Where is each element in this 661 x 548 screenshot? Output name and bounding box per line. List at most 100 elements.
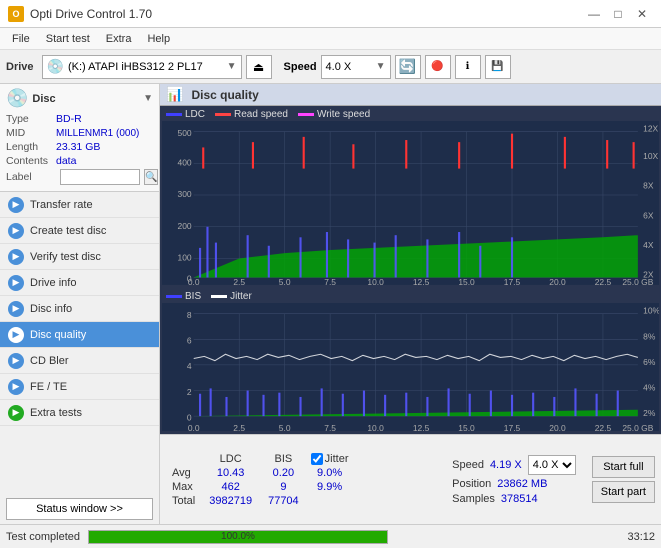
svg-text:10%: 10% — [643, 306, 659, 316]
svg-text:2X: 2X — [643, 269, 654, 279]
save-button[interactable]: 💾 — [485, 55, 511, 79]
close-button[interactable]: ✕ — [631, 3, 653, 25]
svg-text:8X: 8X — [643, 181, 654, 191]
eject-button[interactable]: ⏏ — [246, 55, 272, 79]
drive-text: (K:) ATAPI iHBS312 2 PL17 — [68, 61, 223, 73]
total-row: Total 3982719 77704 — [166, 494, 353, 508]
charts-area: LDC Read speed Write speed — [160, 106, 661, 434]
contents-label: Contents — [6, 155, 56, 167]
svg-text:4%: 4% — [643, 382, 656, 392]
svg-text:15.0: 15.0 — [458, 423, 475, 431]
menu-file[interactable]: File — [4, 31, 38, 47]
transfer-rate-icon: ▶ — [8, 197, 24, 213]
stats-table: LDC BIS Jitter Avg — [166, 452, 353, 508]
sidebar-item-disc-quality[interactable]: ▶ Disc quality — [0, 322, 159, 348]
extra-tests-label: Extra tests — [30, 407, 82, 419]
svg-text:17.5: 17.5 — [504, 277, 521, 285]
sidebar-item-drive-info[interactable]: ▶ Drive info — [0, 270, 159, 296]
svg-text:5.0: 5.0 — [279, 277, 291, 285]
svg-text:0: 0 — [187, 412, 192, 422]
status-text: Test completed — [6, 531, 80, 543]
total-label: Total — [166, 494, 201, 508]
app-title: Opti Drive Control 1.70 — [30, 7, 152, 21]
write-label: Write speed — [317, 109, 370, 120]
transfer-rate-label: Transfer rate — [30, 199, 93, 211]
drive-info-label: Drive info — [30, 277, 76, 289]
right-panel: 📊 Disc quality LDC Read speed — [160, 84, 661, 524]
type-value: BD-R — [56, 113, 82, 125]
write-color — [298, 113, 314, 116]
jitter-label: Jitter — [230, 291, 252, 302]
bis-color — [166, 295, 182, 298]
sidebar-item-cd-bler[interactable]: ▶ CD Bler — [0, 348, 159, 374]
chart2-svg: 0 2 4 6 8 2% 4% 6% 8% 10% — [162, 303, 659, 431]
red-btn[interactable]: 🔴 — [425, 55, 451, 79]
create-test-disc-icon: ▶ — [8, 223, 24, 239]
max-label: Max — [166, 480, 201, 494]
maximize-button[interactable]: □ — [607, 3, 629, 25]
speed-stat-value: 4.19 X — [490, 459, 522, 471]
svg-text:15.0: 15.0 — [458, 277, 475, 285]
drive-selector[interactable]: 💿 (K:) ATAPI iHBS312 2 PL17 ▼ — [42, 55, 242, 79]
svg-text:500: 500 — [178, 128, 192, 138]
menu-bar: File Start test Extra Help — [0, 28, 661, 50]
disc-label-row: Label 🔍 — [6, 169, 153, 185]
main-layout: 💿 Disc ▼ Type BD-R MID MILLENMR1 (000) L… — [0, 84, 661, 524]
svg-text:6%: 6% — [643, 357, 656, 367]
sidebar-item-verify-test-disc[interactable]: ▶ Verify test disc — [0, 244, 159, 270]
chart2-legend: BIS Jitter — [162, 290, 659, 303]
minimize-button[interactable]: — — [583, 3, 605, 25]
total-jitter — [307, 494, 353, 508]
disc-type-row: Type BD-R — [6, 113, 153, 125]
jitter-checkbox-label[interactable]: Jitter — [311, 453, 349, 465]
max-jitter: 9.9% — [307, 480, 353, 494]
label-input[interactable] — [60, 169, 140, 185]
position-label: Position — [452, 478, 491, 490]
speed-stat-select[interactable]: 4.0 X 2.0 X — [528, 455, 576, 475]
cd-bler-icon: ▶ — [8, 353, 24, 369]
samples-label: Samples — [452, 493, 495, 505]
sidebar-item-transfer-rate[interactable]: ▶ Transfer rate — [0, 192, 159, 218]
speed-selector[interactable]: 4.0 X ▼ — [321, 55, 391, 79]
avg-jitter: 9.0% — [307, 466, 353, 480]
sidebar-item-extra-tests[interactable]: ▶ Extra tests — [0, 400, 159, 426]
start-part-button[interactable]: Start part — [592, 481, 655, 503]
svg-text:22.5: 22.5 — [595, 423, 612, 431]
jitter-checkbox[interactable] — [311, 453, 323, 465]
max-ldc: 462 — [201, 480, 260, 494]
speed-info-row: Speed 4.19 X 4.0 X 2.0 X — [452, 455, 576, 475]
sidebar: 💿 Disc ▼ Type BD-R MID MILLENMR1 (000) L… — [0, 84, 160, 524]
disc-info-label: Disc info — [30, 303, 72, 315]
disc-expand-icon: ▼ — [143, 93, 153, 104]
nav-items: ▶ Transfer rate ▶ Create test disc ▶ Ver… — [0, 192, 159, 494]
sidebar-item-create-test-disc[interactable]: ▶ Create test disc — [0, 218, 159, 244]
svg-text:2.5: 2.5 — [233, 277, 245, 285]
svg-text:22.5: 22.5 — [595, 277, 612, 285]
disc-icon: 💿 — [6, 88, 28, 109]
info-button[interactable]: ℹ — [455, 55, 481, 79]
cd-bler-label: CD Bler — [30, 355, 69, 367]
status-window-button[interactable]: Status window >> — [6, 498, 153, 520]
label-browse-button[interactable]: 🔍 — [144, 169, 158, 185]
sidebar-item-fe-te[interactable]: ▶ FE / TE — [0, 374, 159, 400]
refresh-button[interactable]: 🔄 — [395, 55, 421, 79]
menu-start-test[interactable]: Start test — [38, 31, 98, 47]
mid-value: MILLENMR1 (000) — [56, 128, 139, 139]
chart-header: 📊 Disc quality — [160, 84, 661, 106]
disc-section-title: Disc — [32, 93, 55, 105]
fe-te-icon: ▶ — [8, 379, 24, 395]
max-row: Max 462 9 9.9% — [166, 480, 353, 494]
avg-bis: 0.20 — [260, 466, 307, 480]
svg-text:400: 400 — [178, 157, 192, 167]
total-bis: 77704 — [260, 494, 307, 508]
bis-label: BIS — [185, 291, 201, 302]
title-bar: O Opti Drive Control 1.70 — □ ✕ — [0, 0, 661, 28]
start-full-button[interactable]: Start full — [592, 456, 655, 478]
svg-text:2%: 2% — [643, 408, 656, 418]
disc-contents-row: Contents data — [6, 155, 153, 167]
svg-text:2.5: 2.5 — [233, 423, 245, 431]
avg-label: Avg — [166, 466, 201, 480]
menu-help[interactable]: Help — [139, 31, 178, 47]
sidebar-item-disc-info[interactable]: ▶ Disc info — [0, 296, 159, 322]
menu-extra[interactable]: Extra — [98, 31, 140, 47]
